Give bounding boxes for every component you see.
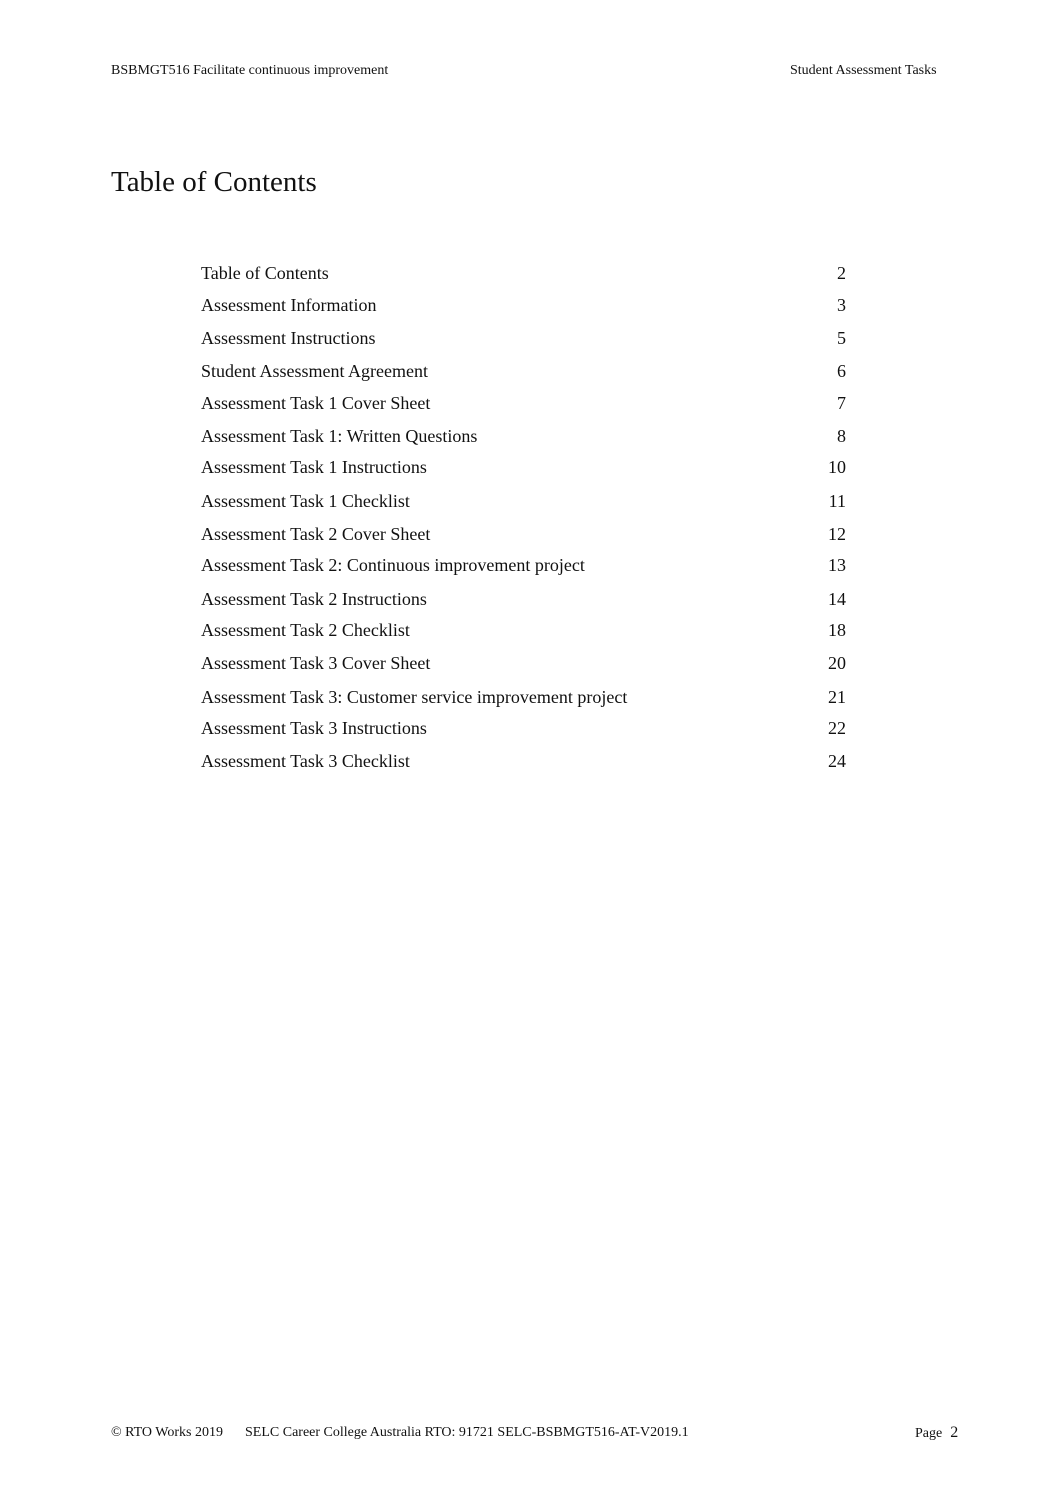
- header-unit-title: BSBMGT516 Facilitate continuous improvem…: [111, 63, 389, 78]
- toc-entry-page: 24: [828, 751, 846, 771]
- page-label: Page: [915, 1426, 943, 1441]
- toc-entry-title[interactable]: Assessment Information: [201, 293, 376, 317]
- toc-entry[interactable]: Student Assessment Agreement 6: [201, 359, 846, 383]
- toc-entry-page: 22: [828, 718, 846, 738]
- toc-entry-page: 20: [828, 653, 846, 673]
- page-title: Table of Contents: [111, 166, 317, 198]
- toc-entry-page: 3: [837, 295, 846, 315]
- footer-rto: SELC Career College Australia RTO: 91721…: [245, 1425, 689, 1440]
- toc-entry-page: 12: [828, 524, 846, 544]
- toc-entry-page: 21: [828, 687, 846, 707]
- toc-entry[interactable]: Assessment Task 3 Checklist 24: [201, 749, 846, 773]
- toc-entry[interactable]: Table of Contents 2: [201, 261, 846, 285]
- toc-entry-page: 2: [837, 263, 846, 283]
- toc-entry-page: 11: [828, 491, 846, 511]
- toc-entry[interactable]: Assessment Task 1 Instructions 10: [201, 455, 846, 479]
- toc-entry[interactable]: Assessment Task 1 Cover Sheet 7: [201, 391, 846, 415]
- toc-entry[interactable]: Assessment Task 3 Cover Sheet 20: [201, 651, 846, 675]
- toc-entry[interactable]: Assessment Information 3: [201, 293, 846, 317]
- toc-entry[interactable]: Assessment Task 1 Checklist 11: [201, 489, 846, 513]
- toc-entry-page: 8: [837, 426, 846, 446]
- toc-entry-title[interactable]: Assessment Task 2 Checklist: [201, 618, 410, 642]
- page-number: 2: [950, 1424, 959, 1441]
- toc-entry-title[interactable]: Assessment Task 1 Instructions: [201, 455, 427, 479]
- toc-entry-title[interactable]: Assessment Task 1 Cover Sheet: [201, 391, 430, 415]
- header-document-type: Student Assessment Tasks: [790, 63, 937, 78]
- toc-entry-title[interactable]: Student Assessment Agreement: [201, 359, 428, 383]
- toc-entry[interactable]: Assessment Task 3: Customer service impr…: [201, 685, 846, 709]
- toc-entry-title[interactable]: Table of Contents: [201, 261, 329, 285]
- toc-entry-title[interactable]: Assessment Task 1: Written Questions: [201, 424, 477, 448]
- toc-entry-title[interactable]: Assessment Task 2 Cover Sheet: [201, 522, 430, 546]
- toc-entry-title[interactable]: Assessment Task 3: Customer service impr…: [201, 685, 627, 709]
- toc-entry-title[interactable]: Assessment Task 2: Continuous improvemen…: [201, 553, 585, 577]
- toc-entry-page: 10: [828, 457, 846, 477]
- footer-info: © RTO Works 2019 SELC Career College Aust…: [111, 1425, 689, 1441]
- toc-entry[interactable]: Assessment Instructions 5: [201, 326, 846, 350]
- footer-copyright: © RTO Works 2019: [111, 1425, 223, 1440]
- toc-entry-page: 14: [828, 589, 846, 609]
- footer-page-number: Page 2: [915, 1424, 958, 1442]
- toc-entry[interactable]: Assessment Task 2 Instructions 14: [201, 587, 846, 611]
- toc-entry[interactable]: Assessment Task 3 Instructions 22: [201, 716, 846, 740]
- toc-entry[interactable]: Assessment Task 2 Cover Sheet 12: [201, 522, 846, 546]
- toc-entry-title[interactable]: Assessment Task 1 Checklist: [201, 489, 410, 513]
- toc-entry-title[interactable]: Assessment Task 3 Instructions: [201, 716, 427, 740]
- toc-entry[interactable]: Assessment Task 2: Continuous improvemen…: [201, 553, 846, 577]
- toc-entry-page: 5: [837, 328, 846, 348]
- toc-entry-page: 13: [828, 555, 846, 575]
- toc-entry-page: 7: [837, 393, 846, 413]
- toc-entry-title[interactable]: Assessment Task 2 Instructions: [201, 587, 427, 611]
- toc-entry-page: 18: [828, 620, 846, 640]
- toc-entry[interactable]: Assessment Task 1: Written Questions 8: [201, 424, 846, 448]
- toc-entry[interactable]: Assessment Task 2 Checklist 18: [201, 618, 846, 642]
- toc-entry-title[interactable]: Assessment Task 3 Cover Sheet: [201, 651, 430, 675]
- toc-entry-title[interactable]: Assessment Task 3 Checklist: [201, 749, 410, 773]
- toc-entry-page: 6: [837, 361, 846, 381]
- toc-entry-title[interactable]: Assessment Instructions: [201, 326, 376, 350]
